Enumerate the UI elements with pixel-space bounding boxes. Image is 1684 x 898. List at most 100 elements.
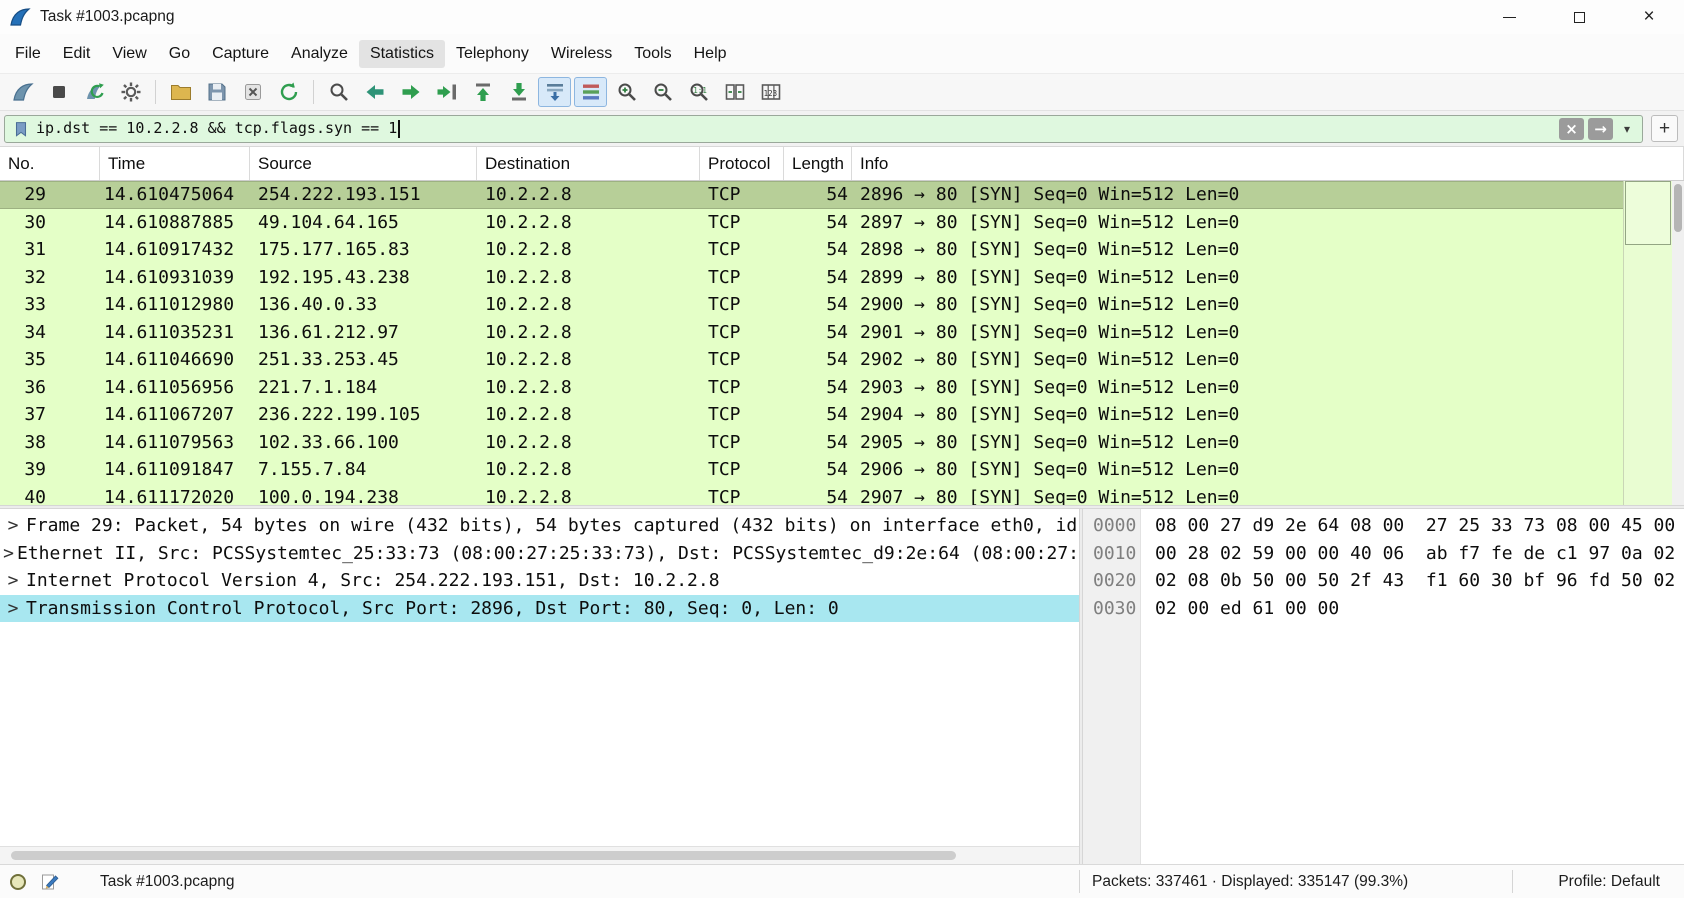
expand-arrow-icon[interactable]: >	[0, 540, 17, 568]
auto-scroll-button[interactable]	[538, 77, 571, 107]
go-last-packet-button[interactable]	[502, 77, 535, 107]
column-header-time[interactable]: Time	[100, 147, 250, 180]
filter-apply-button[interactable]: →	[1588, 118, 1613, 140]
column-header-info[interactable]: Info	[852, 147, 1684, 180]
resize-columns-button[interactable]	[718, 77, 751, 107]
detail-line[interactable]: >Internet Protocol Version 4, Src: 254.2…	[0, 567, 1079, 595]
packet-row[interactable]: 3214.610931039192.195.43.23810.2.2.8TCP5…	[0, 264, 1623, 292]
expand-arrow-icon[interactable]: >	[0, 567, 26, 595]
filter-dropdown-chevron-icon[interactable]: ▾	[1617, 118, 1637, 140]
filter-clear-button[interactable]: ×	[1559, 118, 1584, 140]
go-forward-button[interactable]	[394, 77, 427, 107]
zoom-out-button[interactable]	[646, 77, 679, 107]
hex-row[interactable]: 003002 00 ed 61 00 00	[1083, 595, 1684, 623]
column-header-protocol[interactable]: Protocol	[700, 147, 784, 180]
column-header-length[interactable]: Length	[784, 147, 852, 180]
packet-row[interactable]: 4014.611172020100.0.194.23810.2.2.8TCP54…	[0, 484, 1623, 506]
packet-list-header: No.TimeSourceDestinationProtocolLengthIn…	[0, 147, 1684, 181]
intelligent-scrollbar-minimap[interactable]	[1623, 181, 1672, 505]
svg-text:123: 123	[763, 89, 777, 98]
expert-info-icon[interactable]	[10, 874, 26, 890]
vertical-scrollbar-thumb[interactable]	[1674, 184, 1682, 232]
cell-source: 7.155.7.84	[250, 456, 477, 484]
restart-capture-button[interactable]	[78, 77, 111, 107]
hex-row[interactable]: 000008 00 27 d9 2e 64 08 00 27 25 33 73 …	[1083, 512, 1684, 540]
horizontal-scrollbar-thumb[interactable]	[11, 851, 956, 860]
menu-item-help[interactable]: Help	[683, 40, 738, 68]
go-back-button[interactable]	[358, 77, 391, 107]
display-filter-input[interactable]: ip.dst == 10.2.2.8 && tcp.flags.syn == 1…	[4, 115, 1643, 143]
cell-no: 31	[0, 236, 100, 264]
cell-destination: 10.2.2.8	[477, 484, 700, 506]
maximize-button[interactable]	[1544, 0, 1614, 34]
packet-row[interactable]: 3314.611012980136.40.0.3310.2.2.8TCP5429…	[0, 291, 1623, 319]
packet-row[interactable]: 3514.611046690251.33.253.4510.2.2.8TCP54…	[0, 346, 1623, 374]
menu-item-go[interactable]: Go	[158, 40, 201, 68]
expand-arrow-icon[interactable]: >	[0, 595, 26, 623]
packet-row[interactable]: 3414.611035231136.61.212.9710.2.2.8TCP54…	[0, 319, 1623, 347]
menu-item-telephony[interactable]: Telephony	[445, 40, 540, 68]
minimize-button[interactable]	[1474, 0, 1544, 34]
hex-bytes[interactable]: 08 00 27 d9 2e 64 08 00 27 25 33 73 08 0…	[1155, 512, 1675, 540]
reload-file-button[interactable]	[272, 77, 305, 107]
resize-columns-content-button[interactable]: 123	[754, 77, 787, 107]
go-to-packet-button[interactable]	[430, 77, 463, 107]
hex-bytes[interactable]: 02 08 0b 50 00 50 2f 43 f1 60 30 bf 96 f…	[1155, 567, 1675, 595]
close-file-button[interactable]	[236, 77, 269, 107]
menu-item-capture[interactable]: Capture	[201, 40, 280, 68]
go-first-packet-button[interactable]	[466, 77, 499, 107]
hex-row[interactable]: 001000 28 02 59 00 00 40 06 ab f7 fe de …	[1083, 540, 1684, 568]
expand-arrow-icon[interactable]: >	[0, 512, 26, 540]
minimap-thumb[interactable]	[1625, 181, 1671, 245]
cell-no: 34	[0, 319, 100, 347]
cell-destination: 10.2.2.8	[477, 236, 700, 264]
hex-bytes[interactable]: 02 00 ed 61 00 00	[1155, 595, 1339, 623]
detail-text: Transmission Control Protocol, Src Port:…	[26, 595, 839, 623]
packet-row[interactable]: 2914.610475064254.222.193.15110.2.2.8TCP…	[0, 181, 1623, 209]
details-horizontal-scrollbar[interactable]	[0, 846, 1079, 864]
packet-row[interactable]: 3814.611079563102.33.66.10010.2.2.8TCP54…	[0, 429, 1623, 457]
open-file-button[interactable]	[164, 77, 197, 107]
detail-text: Frame 29: Packet, 54 bytes on wire (432 …	[26, 512, 1077, 540]
filter-add-button[interactable]: +	[1651, 115, 1678, 142]
menu-item-analyze[interactable]: Analyze	[280, 40, 359, 68]
save-file-button[interactable]	[200, 77, 233, 107]
find-packet-button[interactable]	[322, 77, 355, 107]
colorize-button[interactable]	[574, 77, 607, 107]
menu-item-view[interactable]: View	[101, 40, 157, 68]
column-header-destination[interactable]: Destination	[477, 147, 700, 180]
menu-item-statistics[interactable]: Statistics	[359, 40, 445, 68]
capture-comment-icon[interactable]	[40, 872, 60, 892]
column-header-source[interactable]: Source	[250, 147, 477, 180]
cell-destination: 10.2.2.8	[477, 429, 700, 457]
status-profile[interactable]: Profile: Default	[1558, 865, 1660, 898]
wireshark-logo-icon	[8, 5, 32, 29]
cell-source: 175.177.165.83	[250, 236, 477, 264]
zoom-reset-button[interactable]: 1:1	[682, 77, 715, 107]
menu-item-file[interactable]: File	[4, 40, 52, 68]
start-capture-button[interactable]	[6, 77, 39, 107]
stop-capture-button[interactable]	[42, 77, 75, 107]
menu-item-edit[interactable]: Edit	[52, 40, 102, 68]
packet-row[interactable]: 3114.610917432175.177.165.8310.2.2.8TCP5…	[0, 236, 1623, 264]
packet-row[interactable]: 3714.611067207236.222.199.10510.2.2.8TCP…	[0, 401, 1623, 429]
hex-bytes[interactable]: 00 28 02 59 00 00 40 06 ab f7 fe de c1 9…	[1155, 540, 1675, 568]
filter-bookmark-icon[interactable]	[10, 118, 32, 140]
zoom-out-icon	[651, 80, 675, 104]
column-header-no[interactable]: No.	[0, 147, 100, 180]
hex-row[interactable]: 002002 08 0b 50 00 50 2f 43 f1 60 30 bf …	[1083, 567, 1684, 595]
detail-line[interactable]: >Frame 29: Packet, 54 bytes on wire (432…	[0, 512, 1079, 540]
close-button[interactable]: ×	[1614, 0, 1684, 34]
packet-row[interactable]: 3014.61088788549.104.64.16510.2.2.8TCP54…	[0, 209, 1623, 237]
zoom-in-button[interactable]	[610, 77, 643, 107]
cell-info: 2903 → 80 [SYN] Seq=0 Win=512 Len=0	[852, 374, 1623, 402]
packet-list-vertical-scrollbar[interactable]	[1672, 181, 1684, 505]
packet-row[interactable]: 3614.611056956221.7.1.18410.2.2.8TCP5429…	[0, 374, 1623, 402]
packet-row[interactable]: 3914.6110918477.155.7.8410.2.2.8TCP54290…	[0, 456, 1623, 484]
capture-options-button[interactable]	[114, 77, 147, 107]
detail-line[interactable]: >Transmission Control Protocol, Src Port…	[0, 595, 1079, 623]
detail-line[interactable]: >Ethernet II, Src: PCSSystemtec_25:33:73…	[0, 540, 1079, 568]
menu-item-tools[interactable]: Tools	[623, 40, 682, 68]
menu-item-wireless[interactable]: Wireless	[540, 40, 623, 68]
wireshark-window: Task #1003.pcapng × FileEditViewGoCaptur…	[0, 0, 1684, 898]
